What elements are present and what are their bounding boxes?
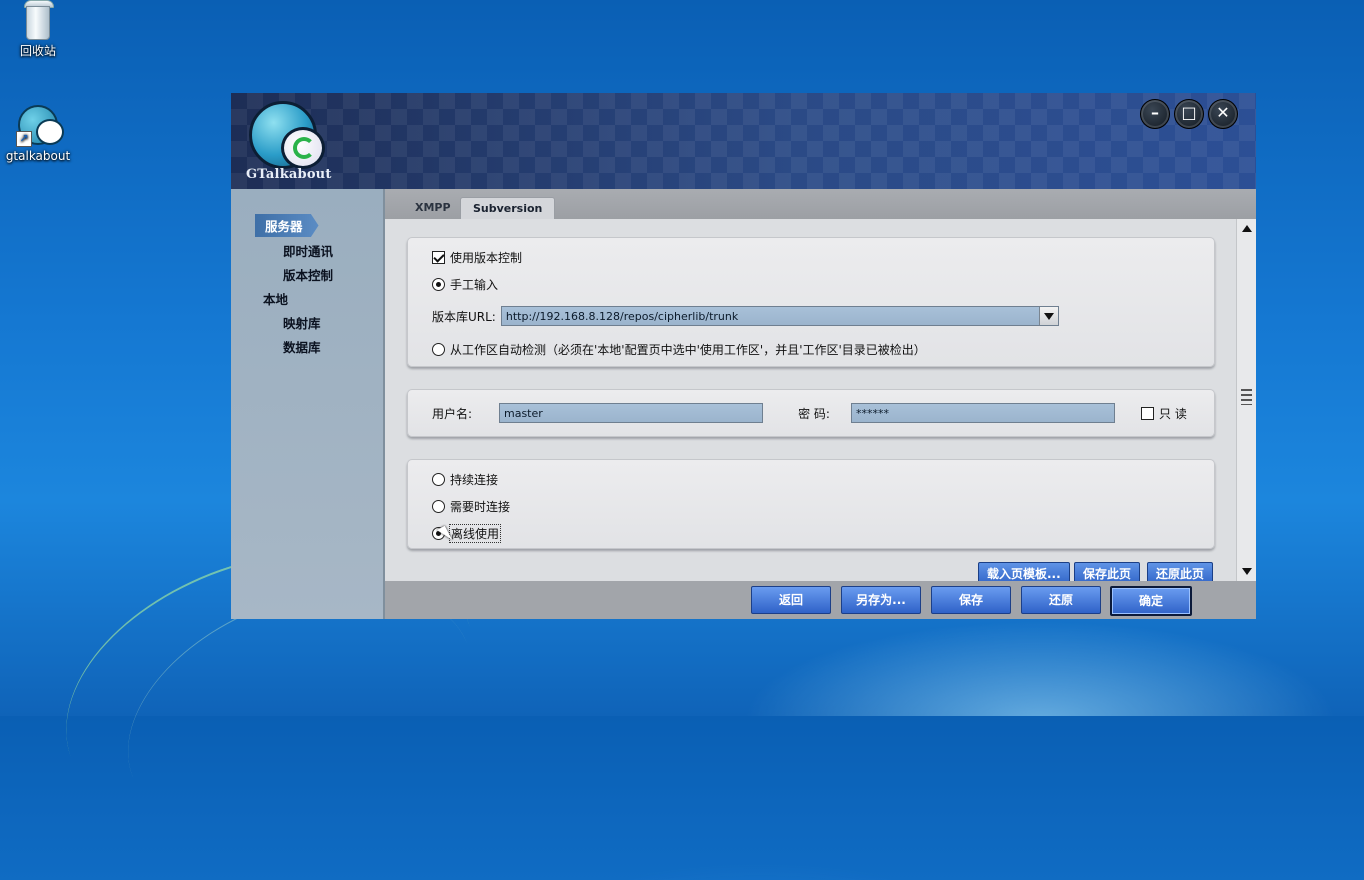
sidebar-item-version-control[interactable]: 版本控制 xyxy=(283,265,333,284)
password-input[interactable]: ****** xyxy=(851,403,1115,423)
use-version-control-checkbox[interactable] xyxy=(432,251,445,264)
gtalkabout-settings-window: GTalkabout – □ ✕ 服务器 即时通讯 版本控制 本地 映射库 数据… xyxy=(231,93,1256,619)
recycle-bin-icon xyxy=(22,0,54,40)
sidebar-item-im[interactable]: 即时通讯 xyxy=(283,241,333,260)
repo-url-combobox[interactable]: http://192.168.8.128/repos/cipherlib/tru… xyxy=(500,306,1059,326)
save-as-button[interactable]: 另存为... xyxy=(841,586,921,614)
manual-input-row[interactable]: 手工输入 xyxy=(432,276,498,293)
desktop-icon-label: 回收站 xyxy=(19,44,56,58)
scroll-grip-icon[interactable] xyxy=(1241,389,1252,405)
auto-detect-label: 从工作区自动检测（必须在'本地'配置页中选中'使用工作区'，并且'工作区'目录已… xyxy=(450,343,926,357)
restore-this-page-button[interactable]: 还原此页 xyxy=(1147,562,1214,581)
gtalkabout-logo-icon xyxy=(245,101,325,169)
on-demand-connection-label: 需要时连接 xyxy=(450,500,511,514)
offline-use-label: 离线使用 xyxy=(448,524,502,543)
auto-detect-radio[interactable] xyxy=(432,343,445,356)
close-button[interactable]: ✕ xyxy=(1208,99,1238,129)
connection-option-persistent[interactable]: 持续连接 xyxy=(432,471,498,488)
auto-detect-row[interactable]: 从工作区自动检测（必须在'本地'配置页中选中'使用工作区'，并且'工作区'目录已… xyxy=(432,341,926,358)
sidebar-item-server[interactable]: 服务器 xyxy=(255,214,319,237)
sidebar: 服务器 即时通讯 版本控制 本地 映射库 数据库 xyxy=(231,189,385,619)
repo-url-label: 版本库URL: xyxy=(432,309,496,324)
repo-url-row: 版本库URL: http://192.168.8.128/repos/ciphe… xyxy=(432,306,1059,326)
readonly-checkbox[interactable] xyxy=(1141,406,1154,420)
username-input[interactable]: master xyxy=(499,403,763,423)
dialog-footer: 返回 另存为... 保存 还原 确定 xyxy=(385,581,1256,619)
chevron-down-icon[interactable] xyxy=(1038,307,1058,325)
gtalkabout-app-icon: ↗ xyxy=(14,103,64,147)
tab-subversion[interactable]: Subversion xyxy=(460,197,556,220)
window-banner[interactable]: GTalkabout – □ ✕ xyxy=(231,93,1256,189)
connection-option-on-demand[interactable]: 需要时连接 xyxy=(432,498,510,515)
credentials-row: 用户名: master 密 码: ****** 只 读 xyxy=(432,403,1187,423)
minimize-button[interactable]: – xyxy=(1140,99,1170,129)
revert-button[interactable]: 还原 xyxy=(1021,586,1101,614)
readonly-label: 只 读 xyxy=(1159,406,1187,421)
scroll-up-arrow-icon[interactable] xyxy=(1242,225,1252,232)
persistent-connection-label: 持续连接 xyxy=(450,473,499,487)
desktop-icon-gtalkabout[interactable]: ↗ gtalkabout xyxy=(0,103,76,163)
use-version-control-label: 使用版本控制 xyxy=(450,251,523,265)
credentials-panel: 用户名: master 密 码: ****** 只 读 xyxy=(407,389,1215,437)
load-page-template-button[interactable]: 载入页模板... xyxy=(978,562,1070,581)
save-button[interactable]: 保存 xyxy=(931,586,1011,614)
desktop-icon-label: gtalkabout xyxy=(5,149,71,163)
ok-button[interactable]: 确定 xyxy=(1110,586,1192,616)
back-button[interactable]: 返回 xyxy=(751,586,831,614)
repository-panel: 使用版本控制 手工输入 版本库URL: http://192.168.8.128… xyxy=(407,237,1215,367)
manual-input-label: 手工输入 xyxy=(450,278,499,292)
logo-text: GTalkabout xyxy=(246,167,332,182)
manual-input-radio[interactable] xyxy=(432,278,445,291)
persistent-connection-radio[interactable] xyxy=(432,473,445,486)
use-version-control-row[interactable]: 使用版本控制 xyxy=(432,249,522,266)
sidebar-item-mapping-lib[interactable]: 映射库 xyxy=(283,313,321,332)
window-controls: – □ ✕ xyxy=(1140,99,1238,129)
maximize-button[interactable]: □ xyxy=(1174,99,1204,129)
vertical-scrollbar[interactable] xyxy=(1236,219,1256,581)
password-label: 密 码: xyxy=(798,406,830,421)
main-area: XMPP Subversion 使用版本控制 手工输入 版本库URL: http… xyxy=(385,189,1256,619)
sidebar-item-local[interactable]: 本地 xyxy=(263,289,288,308)
tab-bar: XMPP Subversion xyxy=(385,189,1256,220)
tab-xmpp[interactable]: XMPP xyxy=(403,197,463,219)
repo-url-value: http://192.168.8.128/repos/cipherlib/tru… xyxy=(505,310,739,323)
settings-content: 使用版本控制 手工输入 版本库URL: http://192.168.8.128… xyxy=(385,219,1237,581)
connection-mode-panel: 持续连接 需要时连接 离线使用 xyxy=(407,459,1215,549)
save-this-page-button[interactable]: 保存此页 xyxy=(1074,562,1141,581)
shortcut-arrow-icon: ↗ xyxy=(16,131,32,147)
scroll-down-arrow-icon[interactable] xyxy=(1242,568,1252,575)
sidebar-item-database[interactable]: 数据库 xyxy=(283,337,321,356)
on-demand-connection-radio[interactable] xyxy=(432,500,445,513)
username-label: 用户名: xyxy=(432,406,473,421)
desktop-icon-recycle-bin[interactable]: 回收站 xyxy=(0,0,76,59)
